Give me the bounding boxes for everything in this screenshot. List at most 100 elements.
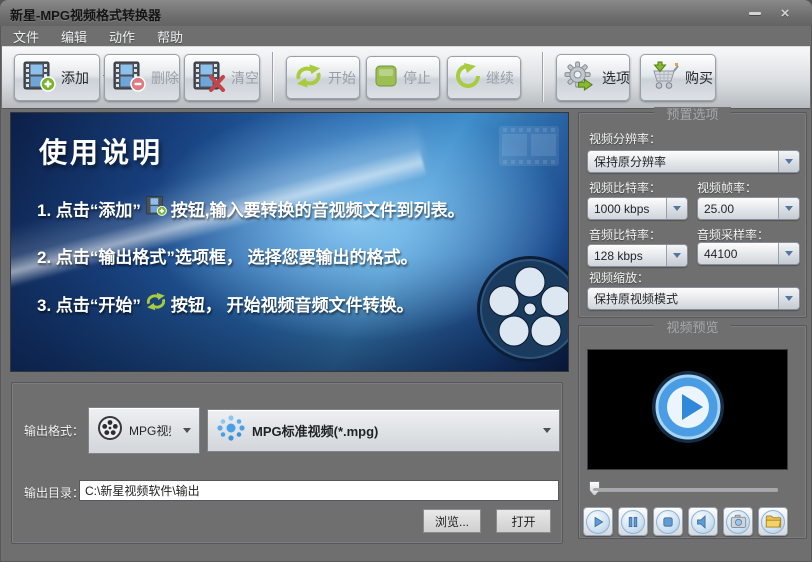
chevron-down-icon [778,288,799,309]
chevron-down-icon [778,151,799,172]
buy-button-label: 购买 [685,69,713,86]
gear-icon [564,60,597,95]
container-format-value: MPG视频 [129,424,171,438]
speaker-icon [691,509,715,534]
audio-bitrate-label: 音频比特率： [589,228,662,242]
chevron-down-icon [666,245,687,266]
resolution-label: 视频分辨率： [589,132,662,146]
minimize-icon [749,12,761,15]
close-icon: × [780,4,790,22]
preview-snapshot-button[interactable] [723,507,753,536]
preview-pause-button[interactable] [618,507,648,536]
minimize-button[interactable] [744,6,766,21]
sync-arrows-mini-icon [145,292,167,316]
menu-item-action[interactable]: 动作 [98,27,146,46]
instruction-step-3: 3. 点击“开始” 按钮， 开始视频音频文件转换。 [37,291,414,316]
film-add-mini-icon [145,195,167,222]
blue-dot-cluster-icon [216,413,246,448]
menu-bar: 文件 编辑 动作 帮助 [2,26,810,46]
container-format-select[interactable]: MPG视频 [88,407,200,454]
start-button[interactable]: 开始 [286,56,360,99]
video-bitrate-value: 1000 kbps [594,201,650,216]
sample-rate-value: 44100 [704,246,738,261]
video-preview-group: 视频预览 [578,320,807,539]
clear-button[interactable]: 清空 [184,54,260,101]
step2-text: 2. 点击“输出格式”选项框， 选择您要输出的格式。 [37,248,418,267]
instructions-panel: 使用说明 1. 点击“添加” 按钮,输入要转换的音视频文件到列表。 2. 点击“… [10,112,569,372]
browse-button[interactable]: 浏览... [423,509,481,533]
preview-folder-button[interactable] [758,507,788,536]
video-preview-title: 视频预览 [654,320,731,335]
toolbar-separator [272,52,273,102]
close-button[interactable]: × [774,6,796,21]
video-scale-label: 视频缩放： [589,271,650,285]
stop-button[interactable]: 停止 [366,56,440,99]
resume-button-label: 继续 [486,69,514,86]
resume-button[interactable]: 继续 [447,56,521,99]
frame-rate-label: 视频帧率： [697,181,758,195]
delete-button[interactable]: 删除 [104,54,180,101]
profile-format-select[interactable]: MPG标准视频(*.mpg) [207,409,560,452]
step1-text-pre: 1. 点击“添加” [37,201,141,220]
video-bitrate-label: 视频比特率： [589,181,662,195]
film-clear-icon [192,61,226,95]
video-scale-value: 保持原视频模式 [594,292,679,306]
stop-button-label: 停止 [403,69,431,86]
sample-rate-select[interactable]: 44100 [697,242,800,265]
chevron-down-icon [183,428,191,433]
video-bitrate-select[interactable]: 1000 kbps [587,197,688,220]
browse-button-label: 浏览... [434,514,469,529]
output-format-label: 输出格式： [24,424,85,438]
shopping-cart-icon [648,61,680,94]
instruction-step-2: 2. 点击“输出格式”选项框， 选择您要输出的格式。 [37,243,418,268]
film-reel-small-icon [97,415,123,446]
video-scale-select[interactable]: 保持原视频模式 [587,287,800,310]
play-icon [586,509,610,534]
preset-options-group: 预置选项 视频分辨率： 保持原分辨率 视频比特率： 视频帧率： 1000 kbp… [578,107,807,318]
frame-rate-select[interactable]: 25.00 [697,197,800,220]
audio-bitrate-select[interactable]: 128 kbps [587,244,688,267]
folder-icon [761,509,785,534]
seek-slider-track[interactable] [593,488,778,491]
output-settings-group: 输出格式： MPG视频 [11,382,563,544]
preview-stop-button[interactable] [653,507,683,536]
menu-item-file[interactable]: 文件 [2,27,50,46]
chevron-down-icon [778,198,799,219]
stop-icon [656,509,680,534]
preset-options-title: 预置选项 [654,107,731,122]
step3-text-pre: 3. 点击“开始” [37,296,141,315]
camera-icon [726,509,750,534]
preview-screen [587,349,788,470]
options-button-label: 选项 [602,69,630,86]
film-strip-watermark-icon [498,125,560,172]
open-button[interactable]: 打开 [496,509,551,533]
resolution-select[interactable]: 保持原分辨率 [587,150,800,173]
menu-item-help[interactable]: 帮助 [146,27,194,46]
preview-volume-button[interactable] [688,507,718,536]
profile-format-value: MPG标准视频(*.mpg) [252,424,379,439]
chevron-down-icon [778,243,799,264]
play-circle-icon [649,368,727,451]
window-title: 新星-MPG视频格式转换器 [10,8,161,23]
options-button[interactable]: 选项 [556,54,630,101]
preview-play-button[interactable] [583,507,613,536]
output-dir-input[interactable] [79,480,559,501]
sample-rate-label: 音频采样率： [697,228,770,242]
buy-button[interactable]: 购买 [640,54,716,101]
menu-item-edit[interactable]: 编辑 [50,27,98,46]
frame-rate-value: 25.00 [704,201,735,216]
step3-text-post: 按钮， 开始视频音频文件转换。 [170,296,414,315]
add-button-label: 添加 [61,69,89,86]
add-button[interactable]: 添加 [14,54,111,101]
resolution-value: 保持原分辨率 [594,155,667,169]
open-button-label: 打开 [511,514,536,529]
title-bar: 新星-MPG视频格式转换器 × [0,0,812,26]
pause-icon [621,509,645,534]
instruction-step-1: 1. 点击“添加” 按钮,输入要转换的音视频文件到列表。 [37,195,465,222]
delete-button-label: 删除 [151,69,179,86]
film-reel-icon [472,251,568,371]
start-button-label: 开始 [328,69,356,86]
circular-arrow-icon [455,63,481,92]
stop-square-icon [374,64,398,91]
film-add-icon [22,61,56,95]
